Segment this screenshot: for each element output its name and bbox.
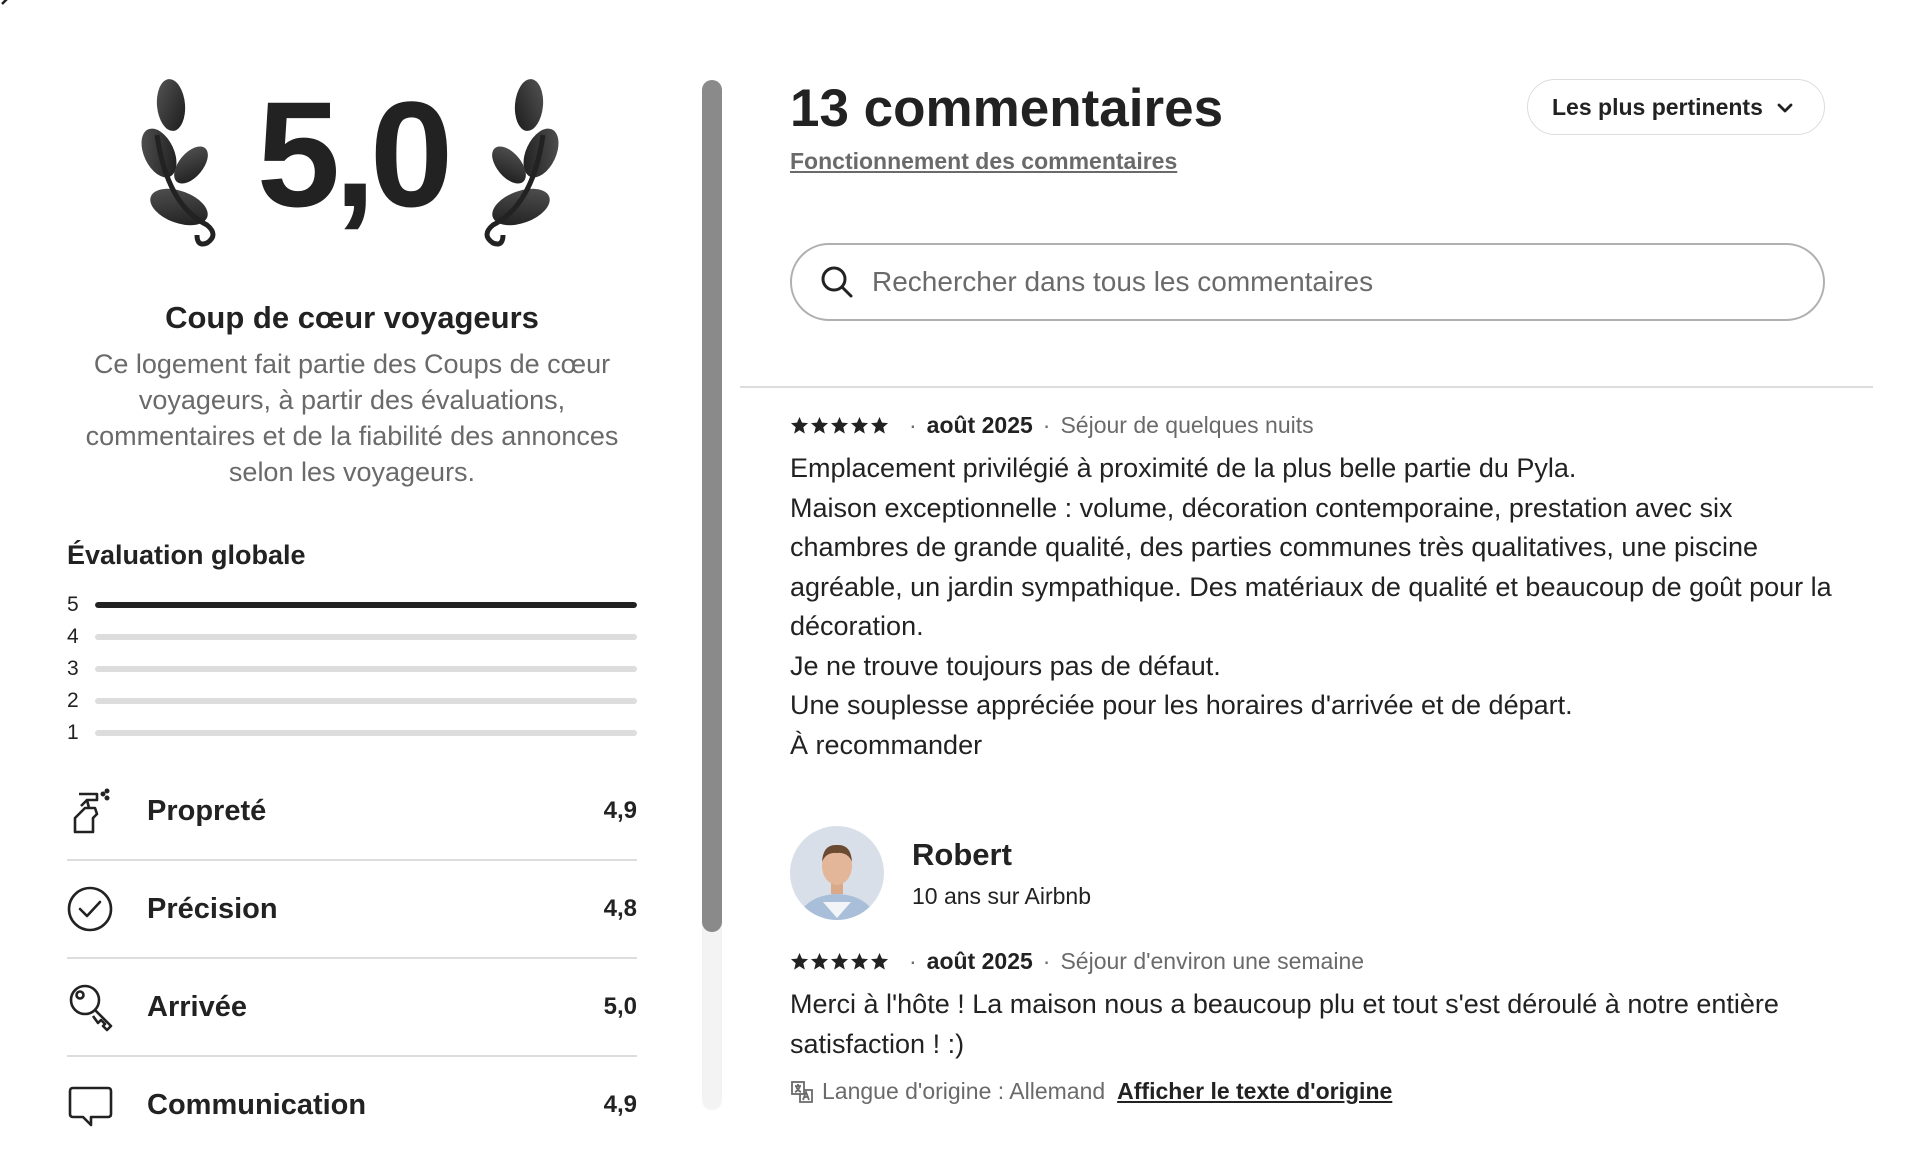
category-value: 4,9 <box>603 797 637 824</box>
how-reviews-work-link[interactable]: Fonctionnement des commentaires <box>790 148 1177 175</box>
review-date: août 2025 <box>926 948 1033 974</box>
star-icon <box>850 952 869 970</box>
key-icon <box>69 984 113 1032</box>
chat-bubble-icon <box>68 1086 113 1127</box>
rating-bar-label: 4 <box>67 625 79 648</box>
reviewer-tenure: 10 ans sur Airbnb <box>912 882 1092 909</box>
rating-bar-label: 1 <box>67 721 79 744</box>
review-text: Merci à l'hôte ! La maison nous a beauco… <box>790 985 1840 1064</box>
meta-separator: · <box>909 412 917 438</box>
avatar[interactable] <box>790 826 884 920</box>
rating-bar-track <box>95 698 637 704</box>
category-row-checkin: Arrivée 5,0 <box>67 959 637 1057</box>
category-row-communication: Communication 4,9 <box>67 1057 637 1153</box>
category-label: Précision <box>147 892 278 925</box>
review-search-input[interactable] <box>870 265 1774 299</box>
review-meta: · août 2025 · Séjour d'environ une semai… <box>790 948 1840 975</box>
translate-icon <box>791 1080 813 1103</box>
reviews-count-title: 13 commentaires <box>790 79 1224 138</box>
review-line: Je ne trouve toujours pas de défaut. <box>790 650 1221 681</box>
stay-length: Séjour de quelques nuits <box>1060 412 1314 438</box>
category-ratings: Propreté 4,9 Précision 4,8 Arrivée 5,0 C… <box>67 763 637 1153</box>
stay-length: Séjour d'environ une semaine <box>1060 948 1365 974</box>
star-icon <box>790 416 809 434</box>
rating-bar-label: 5 <box>67 593 79 616</box>
rating-bar-track <box>95 730 637 736</box>
laurel-right-icon <box>484 79 559 247</box>
sort-label: Les plus pertinents <box>1552 93 1763 120</box>
review-item: · août 2025 · Séjour d'environ une semai… <box>790 948 1840 1105</box>
rating-bar-row: 5 <box>67 589 637 621</box>
rating-bar-row: 1 <box>67 717 637 749</box>
star-icon <box>810 952 829 970</box>
star-icon <box>870 416 889 434</box>
category-label: Communication <box>147 1088 367 1121</box>
category-value: 4,8 <box>603 895 637 922</box>
category-label: Propreté <box>147 794 267 827</box>
review-text: Emplacement privilégié à proximité de la… <box>790 449 1840 765</box>
chevron-down-icon <box>1777 103 1793 113</box>
category-value: 4,9 <box>603 1091 637 1118</box>
star-icon <box>830 952 849 970</box>
reviewer-name: Robert <box>912 836 1012 872</box>
spray-bottle-icon <box>73 788 110 834</box>
rating-hero: 5,0 <box>67 70 637 270</box>
rating-summary-panel: 5,0 Coup de cœur voyageurs Ce logement f… <box>67 70 637 1153</box>
review-search-box[interactable] <box>790 243 1825 321</box>
overall-rating-label: Évaluation globale <box>67 540 306 570</box>
rating-bar-row: 4 <box>67 621 637 653</box>
star-icon <box>790 952 809 970</box>
star-rating <box>790 952 889 971</box>
meta-separator: · <box>1042 412 1051 438</box>
category-row-cleanliness: Propreté 4,9 <box>67 763 637 861</box>
check-circle-icon <box>67 886 113 932</box>
rating-bar-label: 3 <box>67 657 79 680</box>
rating-bar-row: 2 <box>67 685 637 717</box>
rating-bar-fill <box>95 602 637 608</box>
star-rating <box>790 416 889 435</box>
category-row-accuracy: Précision 4,8 <box>67 861 637 959</box>
rating-bar-row: 3 <box>67 653 637 685</box>
category-value: 5,0 <box>603 993 637 1020</box>
meta-separator: · <box>1042 948 1051 974</box>
review-line: À recommander <box>790 729 983 760</box>
rating-bar-track <box>95 634 637 640</box>
star-icon <box>830 416 849 434</box>
back-arrow-icon[interactable] <box>0 0 22 16</box>
section-divider <box>740 386 1873 388</box>
review-line: Emplacement privilégié à proximité de la… <box>790 453 1577 483</box>
rating-bar-track <box>95 602 637 608</box>
category-label: Arrivée <box>147 990 247 1023</box>
guest-favorite-title: Coup de cœur voyageurs <box>165 300 539 335</box>
star-icon <box>870 952 889 970</box>
star-icon <box>850 416 869 434</box>
search-icon <box>821 266 853 298</box>
reviewer-profile[interactable]: Robert 10 ans sur Airbnb <box>790 826 1091 920</box>
sort-dropdown[interactable]: Les plus pertinents <box>1527 79 1825 135</box>
review-item: · août 2025 · Séjour de quelques nuits E… <box>790 412 1840 765</box>
meta-separator: · <box>909 948 917 974</box>
rating-bar-track <box>95 666 637 672</box>
scrollbar-thumb[interactable] <box>702 80 722 932</box>
guest-favorite-description: Ce logement fait partie des Coups de cœu… <box>85 349 619 487</box>
reviewer-info: Robert 10 ans sur Airbnb <box>912 837 1091 910</box>
review-date: août 2025 <box>926 412 1033 438</box>
review-meta: · août 2025 · Séjour de quelques nuits <box>790 412 1840 439</box>
review-line: Une souplesse appréciée pour les horaire… <box>790 690 1573 720</box>
rating-bar-label: 2 <box>67 689 79 712</box>
review-line: Maison exceptionnelle : volume, décorati… <box>790 492 1832 642</box>
review-line: Merci à l'hôte ! La maison nous a beauco… <box>790 989 1779 1059</box>
star-icon <box>810 416 829 434</box>
rating-distribution: 5 4 3 2 1 <box>67 589 637 749</box>
